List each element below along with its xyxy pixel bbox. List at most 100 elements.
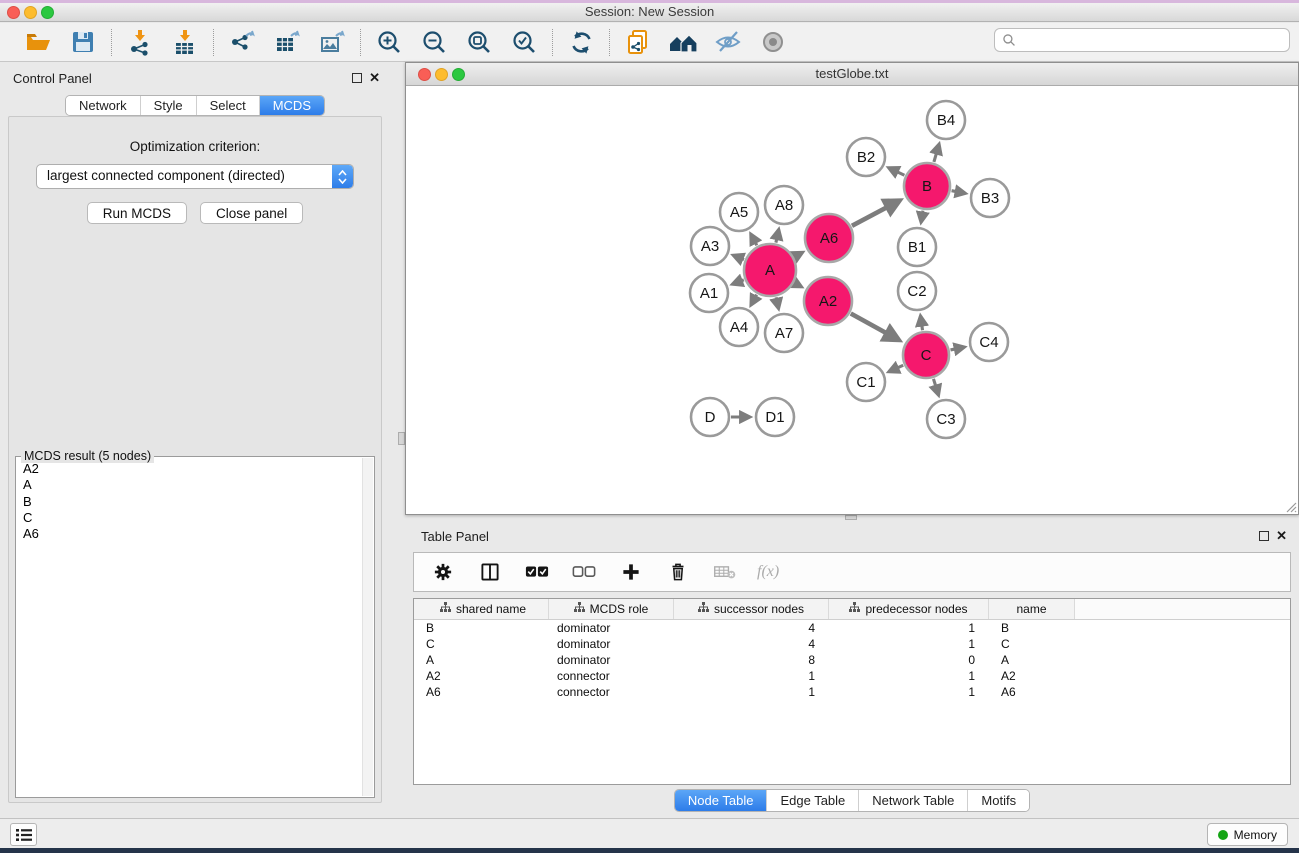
column-header-predecessor-nodes[interactable]: predecessor nodes [829,599,989,619]
edge-A-A7[interactable] [776,297,779,308]
edge-A-A8[interactable] [776,229,779,242]
edge-B-B3[interactable] [952,191,966,194]
edge-B-B1[interactable] [921,211,923,223]
column-header-successor-nodes[interactable]: successor nodes [674,599,829,619]
export-image-button[interactable] [317,27,347,57]
add-button[interactable] [616,557,646,587]
table-row[interactable]: Adominator80A [414,652,1290,668]
node-C1[interactable]: C1 [847,363,885,401]
zoom-selected-button[interactable] [509,27,539,57]
node-A3[interactable]: A3 [691,227,729,265]
mcds-result-item[interactable]: A2 [23,461,361,477]
close-traffic-light[interactable] [418,68,431,81]
search-input[interactable] [1021,31,1289,49]
node-D[interactable]: D [691,398,729,436]
edge-A-A5[interactable] [751,234,757,245]
edge-A-A2[interactable] [795,283,802,287]
import-table-button[interactable] [170,27,200,57]
mcds-result-item[interactable]: A [23,477,361,493]
zoom-out-button[interactable] [419,27,449,57]
tab-style[interactable]: Style [140,96,196,115]
function-builder-button[interactable]: f(x) [757,557,779,587]
import-network-button[interactable] [125,27,155,57]
node-A4[interactable]: A4 [720,308,758,346]
node-A1[interactable]: A1 [690,274,728,312]
mcds-result-item[interactable]: A6 [23,526,361,542]
table-row[interactable]: Bdominator41B [414,620,1290,636]
tab-mcds[interactable]: MCDS [259,96,324,115]
tab-node-table[interactable]: Node Table [675,790,767,811]
mcds-result-item[interactable]: B [23,494,361,510]
tab-edge-table[interactable]: Edge Table [766,790,858,811]
close-panel-icon[interactable]: ✕ [1276,528,1287,544]
tab-network[interactable]: Network [66,96,140,115]
close-traffic-light[interactable] [7,6,20,19]
zoom-fit-button[interactable] [464,27,494,57]
show-all-button[interactable] [758,27,788,57]
node-B3[interactable]: B3 [971,179,1009,217]
edge-C-C1[interactable] [889,365,903,371]
edge-A2-C[interactable] [851,314,899,340]
zoom-traffic-light[interactable] [452,68,465,81]
network-canvas[interactable]: AA6A2BCA1A3A4A5A7A8B1B2B3B4C1C2C3C4DD1 [406,87,1298,514]
node-D1[interactable]: D1 [756,398,794,436]
float-panel-icon[interactable] [1259,531,1269,541]
close-panel-button[interactable]: Close panel [200,202,303,224]
run-mcds-button[interactable]: Run MCDS [87,202,187,224]
node-A8[interactable]: A8 [765,186,803,224]
minimize-traffic-light[interactable] [435,68,448,81]
vertical-splitter-handle[interactable] [398,432,405,445]
mcds-result-item[interactable]: C [23,510,361,526]
resize-grip[interactable] [1284,500,1297,513]
tab-network-table[interactable]: Network Table [858,790,967,811]
select-all-button[interactable] [522,557,552,587]
node-B2[interactable]: B2 [847,138,885,176]
edge-B-B2[interactable] [889,168,905,176]
edge-A-A6[interactable] [795,252,803,256]
edge-A-A1[interactable] [732,280,743,284]
criterion-dropdown[interactable]: largest connected component (directed) [36,164,354,189]
column-header-name[interactable]: name [989,599,1075,619]
edge-B-B4[interactable] [934,144,939,162]
hide-selected-button[interactable] [713,27,743,57]
minimize-traffic-light[interactable] [24,6,37,19]
show-columns-button[interactable] [475,557,505,587]
column-header-shared-name[interactable]: shared name [418,599,549,619]
node-C2[interactable]: C2 [898,272,936,310]
edge-A6-B[interactable] [852,201,900,226]
column-header-MCDS-role[interactable]: MCDS role [549,599,674,619]
table-row[interactable]: A6connector11A6 [414,684,1290,700]
node-A2[interactable]: A2 [804,277,852,325]
export-network-button[interactable] [227,27,257,57]
node-C3[interactable]: C3 [927,400,965,438]
deselect-all-button[interactable] [569,557,599,587]
mcds-result-list[interactable]: A2ABCA6 [17,458,361,796]
edge-C-C2[interactable] [920,316,922,330]
node-A5[interactable]: A5 [720,193,758,231]
table-settings-button[interactable] [428,557,458,587]
edge-A-A4[interactable] [751,295,757,305]
node-table[interactable]: shared nameMCDS rolesuccessor nodesprede… [413,598,1291,785]
tab-motifs[interactable]: Motifs [967,790,1029,811]
node-B1[interactable]: B1 [898,228,936,266]
export-table-button[interactable] [272,27,302,57]
zoom-traffic-light[interactable] [41,6,54,19]
list-scrollbar[interactable] [362,458,373,796]
refresh-button[interactable] [566,27,596,57]
table-row[interactable]: A2connector11A2 [414,668,1290,684]
save-session-button[interactable] [68,27,98,57]
tab-select[interactable]: Select [196,96,259,115]
node-A7[interactable]: A7 [765,314,803,352]
home-first-neighbors-button[interactable] [668,27,698,57]
float-panel-icon[interactable] [352,73,362,83]
network-view-window[interactable]: testGlobe.txt AA6A2BCA1A3A4A5A7A8B1B2B3B… [405,62,1299,515]
node-A[interactable]: A [744,244,796,296]
node-C4[interactable]: C4 [970,323,1008,361]
task-history-button[interactable] [10,823,37,846]
edge-C-C4[interactable] [950,347,964,350]
close-panel-icon[interactable]: ✕ [369,70,380,86]
search-field[interactable] [994,28,1290,52]
node-B4[interactable]: B4 [927,101,965,139]
node-B[interactable]: B [904,163,950,209]
node-C[interactable]: C [903,332,949,378]
